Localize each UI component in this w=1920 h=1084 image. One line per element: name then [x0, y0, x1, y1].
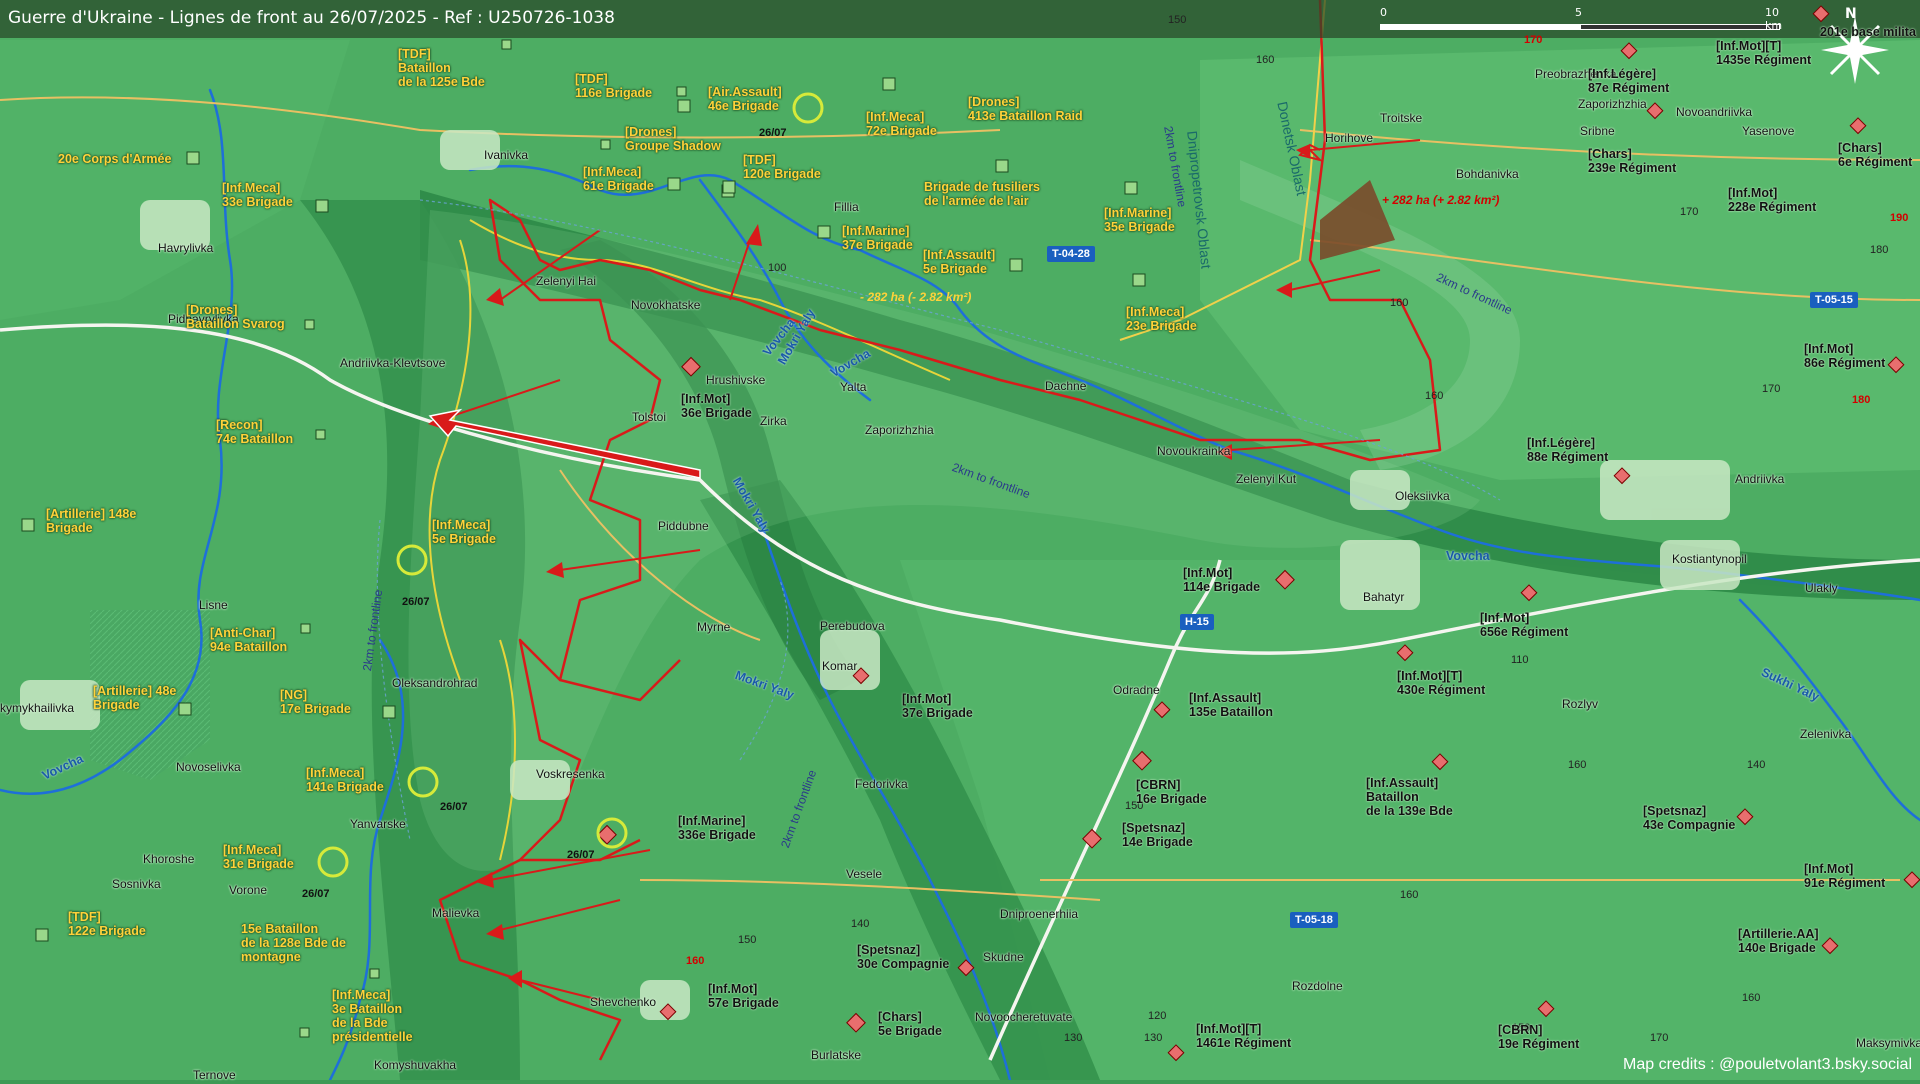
ua-unit-label: [Inf.Meca] 5e Brigade: [432, 518, 496, 546]
ru-unit-label: 201e base milita: [1820, 25, 1916, 39]
ru-unit-label: [Inf.Mot] 228e Régiment: [1728, 186, 1817, 214]
ua-unit-label: [Drones] 413e Bataillon Raid: [968, 95, 1083, 123]
ua-unit-label: [TDF] 116e Brigade: [575, 72, 653, 100]
ru-unit-label: [Inf.Mot] 37e Brigade: [902, 692, 973, 720]
ru-unit-label: [Inf.Assault] Bataillon de la 139e Bde: [1366, 776, 1453, 818]
ru-unit-label: [Inf.Légère] 88e Régiment: [1527, 436, 1609, 464]
ru-unit-label: [Inf.Mot] 36e Brigade: [681, 392, 752, 420]
ru-unit-label: [Inf.Mot] 57e Brigade: [708, 982, 779, 1010]
ua-unit-label: Brigade de fusiliers de l'armée de l'air: [924, 180, 1041, 208]
ua-unit-label: [Artillerie] 48e Brigade: [93, 684, 177, 712]
ua-unit-label: [Artillerie] 148e Brigade: [46, 507, 137, 535]
ua-unit-label: [Air.Assault] 46e Brigade: [708, 85, 782, 113]
ua-unit-label: [NG] 17e Brigade: [280, 688, 351, 716]
ua-unit-label: [Inf.Marine] 37e Brigade: [842, 224, 913, 252]
ua-unit-label: [Recon] 74e Bataillon: [216, 418, 294, 446]
ua-unit-label: [TDF] 120e Brigade: [743, 153, 821, 181]
ru-unit-label: [Inf.Mot] 656e Régiment: [1480, 611, 1569, 639]
ru-unit-label: [Chars] 6e Régiment: [1838, 141, 1913, 169]
ua-unit-label: [Inf.Meca] 3e Bataillon de la Bde présid…: [332, 988, 413, 1044]
map-canvas[interactable]: Guerre d'Ukraine - Lignes de front au 26…: [0, 0, 1920, 1082]
ru-unit-label: [Inf.Légère] 87e Régiment: [1588, 67, 1670, 95]
ua-unit-label: [TDF] Bataillon de la 125e Bde: [398, 47, 485, 89]
ua-unit-label: 15e Bataillon de la 128e Bde de montagne: [241, 922, 346, 964]
map-credits: Map credits : @pouletvolant3.bsky.social: [1623, 1056, 1912, 1073]
ru-unit-label: [Inf.Marine] 336e Brigade: [678, 814, 756, 842]
ru-unit-label: [Inf.Assault] 135e Bataillon: [1189, 691, 1274, 719]
ua-unit-label: [Inf.Meca] 61e Brigade: [583, 165, 654, 193]
ru-unit-label: [Inf.Mot] 114e Brigade: [1183, 566, 1261, 594]
ru-unit-label: [Spetsnaz] 43e Compagnie: [1643, 804, 1736, 832]
ua-unit-label: [Inf.Meca] 33e Brigade: [222, 181, 293, 209]
ua-unit-label: [Inf.Assault] 5e Brigade: [923, 248, 996, 276]
ru-unit-label: [Inf.Mot] 91e Régiment: [1804, 862, 1886, 890]
ru-unit-label: [Artillerie.AA] 140e Brigade: [1738, 927, 1819, 955]
ua-unit-label: [Inf.Meca] 141e Brigade: [306, 766, 384, 794]
ua-unit-label: [Drones] Bataillon Svarog: [186, 303, 285, 331]
ru-unit-label: [Spetsnaz] 14e Brigade: [1122, 821, 1193, 849]
ua-unit-label: [Anti-Char] 94e Bataillon: [210, 626, 288, 654]
ua-unit-label: [Inf.Meca] 72e Brigade: [866, 110, 937, 138]
ru-unit-label: [Inf.Mot][T] 1435e Régiment: [1716, 39, 1812, 67]
ua-unit-label: [Inf.Meca] 23e Brigade: [1126, 305, 1197, 333]
ru-unit-label: [Inf.Mot] 86e Régiment: [1804, 342, 1886, 370]
ru-unit-label: [Spetsnaz] 30e Compagnie: [857, 943, 950, 971]
ru-unit-label: [CBRN] 19e Régiment: [1498, 1023, 1580, 1051]
ua-unit-label: [Inf.Marine] 35e Brigade: [1104, 206, 1175, 234]
ru-unit-label: [CBRN] 16e Brigade: [1136, 778, 1207, 806]
ru-unit-label: [Inf.Mot][T] 1461e Régiment: [1196, 1022, 1292, 1050]
ru-unit-label: [Inf.Mot][T] 430e Régiment: [1397, 669, 1486, 697]
ua-unit-label: 20e Corps d'Armée: [58, 152, 172, 166]
ua-unit-label: [Drones] Groupe Shadow: [625, 125, 721, 153]
ru-unit-label: [Chars] 5e Brigade: [878, 1010, 942, 1038]
ru-unit-label: [Chars] 239e Régiment: [1588, 147, 1677, 175]
ua-unit-label: [TDF] 122e Brigade: [68, 910, 146, 938]
ua-unit-label: [Inf.Meca] 31e Brigade: [223, 843, 294, 871]
